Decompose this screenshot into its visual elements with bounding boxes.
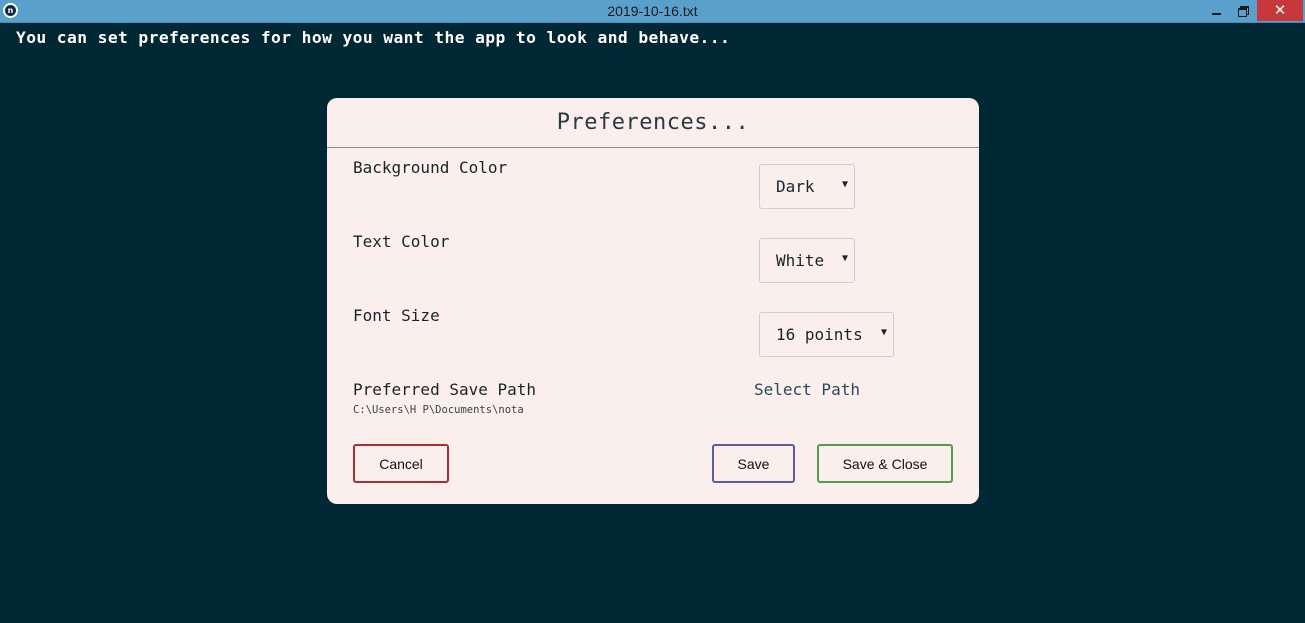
preferences-dialog: Preferences... Background Color Dark ▼ T…	[327, 98, 979, 504]
title-bar[interactable]: n 2019-10-16.txt ✕	[0, 0, 1305, 23]
background-color-select[interactable]: Dark ▼	[759, 164, 855, 209]
font-size-selected: 16 points	[776, 325, 863, 344]
restore-icon	[1238, 6, 1249, 17]
dialog-divider	[327, 147, 979, 148]
app-logo-letter: n	[5, 5, 16, 16]
minimize-icon	[1211, 12, 1221, 15]
text-color-label: Text Color	[353, 232, 450, 251]
chevron-down-icon: ▼	[880, 327, 887, 338]
save-and-close-button[interactable]: Save & Close	[817, 444, 953, 483]
dialog-title: Preferences...	[556, 110, 750, 135]
save-button[interactable]: Save	[712, 444, 795, 483]
background-color-label: Background Color	[353, 158, 508, 177]
background-color-selected: Dark	[776, 177, 815, 196]
font-size-select[interactable]: 16 points ▼	[759, 312, 894, 357]
minimize-button[interactable]	[1203, 0, 1229, 21]
app-logo-icon[interactable]: n	[3, 3, 18, 18]
close-icon: ✕	[1273, 1, 1287, 19]
editor-text[interactable]: You can set preferences for how you want…	[16, 28, 730, 47]
select-path-button[interactable]: Select Path	[754, 380, 860, 399]
text-color-select[interactable]: White ▼	[759, 238, 855, 283]
text-color-selected: White	[776, 251, 825, 270]
close-button[interactable]: ✕	[1257, 0, 1303, 21]
restore-button[interactable]	[1230, 0, 1256, 21]
font-size-label: Font Size	[353, 306, 440, 325]
save-path-label: Preferred Save Path	[353, 380, 537, 399]
chevron-down-icon: ▼	[841, 253, 848, 264]
cancel-button[interactable]: Cancel	[353, 444, 449, 483]
save-path-value: C:\Users\H P\Documents\nota	[353, 404, 524, 416]
chevron-down-icon: ▼	[841, 179, 848, 190]
window-title: 2019-10-16.txt	[607, 3, 698, 19]
